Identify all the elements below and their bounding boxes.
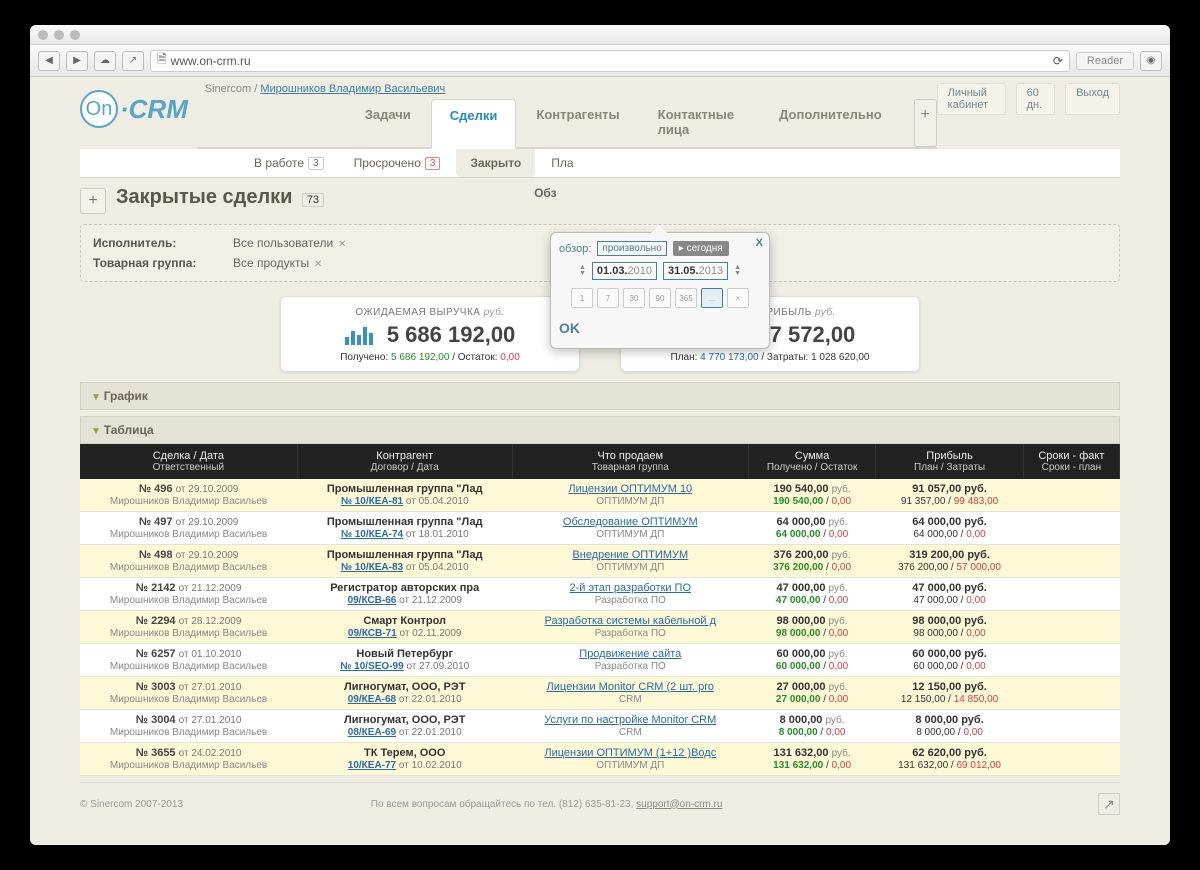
browser-toolbar: ◀ ▶ ☁ ↗ 🗎www.on-crm.ru ⟳ Reader ◉ bbox=[30, 45, 1170, 77]
nav-tab-3[interactable]: Контактные лица bbox=[640, 99, 759, 147]
table-row[interactable]: № 3004 от 27.01.2010Мирошников Владимир … bbox=[80, 710, 1120, 743]
scroll-top-icon[interactable]: ↗ bbox=[1098, 793, 1120, 815]
spinner-left[interactable]: ▲▼ bbox=[579, 265, 586, 277]
nav-tab-2[interactable]: Контрагенты bbox=[518, 99, 637, 147]
subtab-1[interactable]: Просрочено3 bbox=[340, 149, 455, 177]
table-row[interactable]: № 3003 от 27.01.2010Мирошников Владимир … bbox=[80, 677, 1120, 710]
table-header: Сделка / ДатаОтветственный КонтрагентДог… bbox=[80, 444, 1120, 479]
date-to-input[interactable]: 31.05.2013 bbox=[663, 262, 728, 280]
popover-ok-button[interactable]: OK bbox=[559, 316, 761, 340]
breadcrumb: Sinercom / Мирошников Владимир Васильеви… bbox=[205, 83, 937, 95]
breadcrumb-user[interactable]: Мирошников Владимир Васильевич bbox=[260, 83, 445, 95]
nav-tab-0[interactable]: Задачи bbox=[347, 99, 429, 147]
preset-90[interactable]: 90 bbox=[649, 288, 671, 308]
share-icon[interactable]: ↗ bbox=[122, 51, 144, 71]
nav-add-tab[interactable]: + bbox=[914, 99, 937, 147]
subtab-3[interactable]: Пла bbox=[537, 149, 587, 177]
table-row[interactable]: № 496 от 29.10.2009Мирошников Владимир В… bbox=[80, 479, 1120, 512]
url-bar[interactable]: 🗎www.on-crm.ru ⟳ bbox=[150, 50, 1070, 72]
preset-×[interactable]: × bbox=[727, 288, 749, 308]
traffic-max[interactable] bbox=[70, 30, 80, 40]
preset-...[interactable]: ... bbox=[701, 288, 723, 308]
table-row[interactable]: № 498 от 29.10.2009Мирошников Владимир В… bbox=[80, 545, 1120, 578]
nav-tab-4[interactable]: Дополнительно bbox=[761, 99, 900, 147]
nav-tab-1[interactable]: Сделки bbox=[431, 99, 517, 149]
traffic-min[interactable] bbox=[54, 30, 64, 40]
sub-tabs: В работе3Просрочено3ЗакрытоПла bbox=[80, 149, 1120, 178]
page-title: Закрытые сделки bbox=[116, 186, 292, 208]
popover-today[interactable]: ▸ сегодня bbox=[673, 241, 729, 256]
deals-table: Сделка / ДатаОтветственный КонтрагентДог… bbox=[80, 444, 1120, 776]
nav-back[interactable]: ◀ bbox=[38, 51, 60, 71]
filter-group-chip[interactable]: Все продукты ✕ bbox=[233, 256, 322, 270]
table-row[interactable]: № 2294 от 28.12.2009Мирошников Владимир … bbox=[80, 611, 1120, 644]
table-row[interactable]: № 2142 от 21.12.2009Мирошников Владимир … bbox=[80, 578, 1120, 611]
title-count: 73 bbox=[302, 193, 324, 207]
main-nav: ЗадачиСделкиКонтрагентыКонтактные лицаДо… bbox=[197, 99, 937, 149]
table-row[interactable]: № 3655 от 24.02.2010Мирошников Владимир … bbox=[80, 743, 1120, 776]
subtab-2[interactable]: Закрыто bbox=[456, 149, 535, 177]
preset-365[interactable]: 365 bbox=[675, 288, 697, 308]
section-table[interactable]: Таблица bbox=[80, 416, 1120, 444]
title-overflow: Обз bbox=[534, 186, 557, 200]
subtab-0[interactable]: В работе3 bbox=[240, 149, 338, 177]
preset-1[interactable]: 1 bbox=[571, 288, 593, 308]
date-range-popover: X обзор: произвольно ▸ сегодня ▲▼ 01.03.… bbox=[550, 232, 770, 349]
filter-group-label: Товарная группа: bbox=[93, 256, 223, 270]
user-icon[interactable]: ◉ bbox=[1140, 51, 1162, 71]
preset-30[interactable]: 30 bbox=[623, 288, 645, 308]
logo[interactable]: On·CRM bbox=[80, 83, 197, 135]
table-row[interactable]: № 6257 от 01.10.2010Мирошников Владимир … bbox=[80, 644, 1120, 677]
traffic-close[interactable] bbox=[38, 30, 48, 40]
popover-close[interactable]: X bbox=[756, 237, 763, 249]
section-chart[interactable]: График bbox=[80, 382, 1120, 410]
logout-link[interactable]: Выход bbox=[1065, 83, 1120, 115]
popover-mode[interactable]: произвольно bbox=[597, 241, 666, 256]
bars-icon bbox=[345, 327, 373, 345]
icloud-icon[interactable]: ☁ bbox=[94, 51, 116, 71]
filter-executor-chip[interactable]: Все пользователи ✕ bbox=[233, 236, 346, 250]
date-from-input[interactable]: 01.03.2010 bbox=[592, 262, 657, 280]
filter-executor-label: Исполнитель: bbox=[93, 236, 223, 250]
add-deal-button[interactable]: + bbox=[80, 188, 106, 214]
popover-label: обзор: bbox=[559, 243, 591, 255]
cabinet-link[interactable]: Личный кабинет bbox=[937, 83, 1006, 115]
kpi-revenue: ОЖИДАЕМАЯ ВЫРУЧКА руб. 5 686 192,00 Полу… bbox=[280, 296, 580, 372]
footer-email[interactable]: support@on-crm.ru bbox=[636, 799, 722, 810]
days-pill: 60 дн. bbox=[1016, 83, 1056, 115]
nav-fwd[interactable]: ▶ bbox=[66, 51, 88, 71]
window-titlebar bbox=[30, 25, 1170, 45]
spinner-right[interactable]: ▲▼ bbox=[734, 265, 741, 277]
footer: © Sinercom 2007-2013 По всем вопросам об… bbox=[80, 782, 1120, 819]
table-row[interactable]: № 497 от 29.10.2009Мирошников Владимир В… bbox=[80, 512, 1120, 545]
reader-button[interactable]: Reader bbox=[1076, 52, 1134, 70]
preset-7[interactable]: 7 bbox=[597, 288, 619, 308]
